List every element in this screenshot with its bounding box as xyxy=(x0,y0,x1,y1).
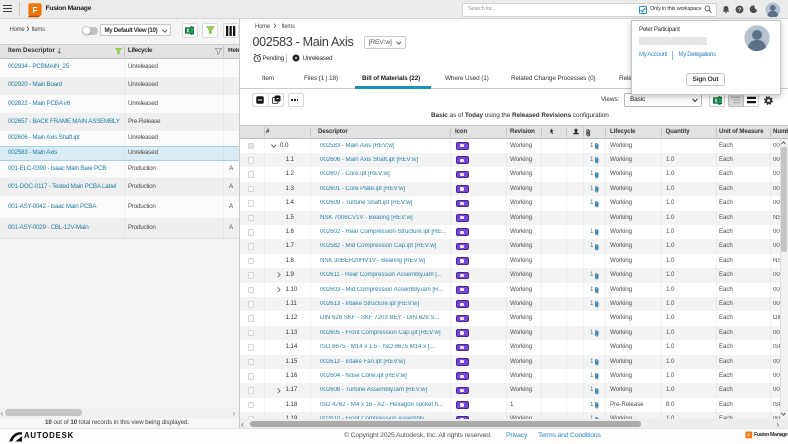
svg-text:?: ? xyxy=(737,7,741,13)
svg-text:F: F xyxy=(32,4,37,14)
svg-text:F: F xyxy=(747,432,750,438)
